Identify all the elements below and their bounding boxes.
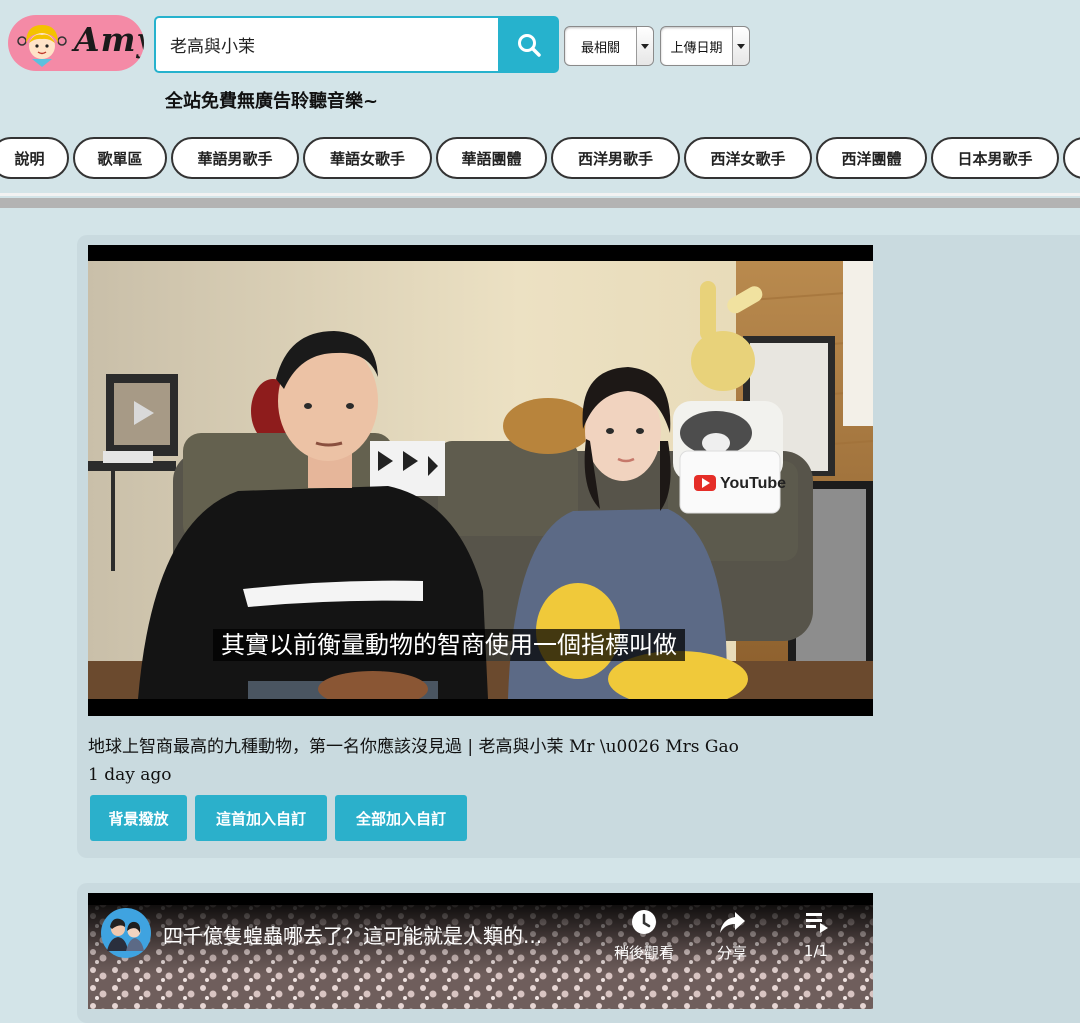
clock-icon: [632, 910, 656, 934]
share-label: 分享: [716, 944, 747, 962]
logo-text: Amy: [74, 20, 144, 59]
search-icon: [517, 33, 541, 57]
video-subtitle: 其實以前衡量動物的智商使用一個指標叫做: [213, 629, 685, 661]
channel-avatar-icon[interactable]: [100, 907, 152, 959]
add-all-button[interactable]: 全部加入自訂: [335, 795, 467, 841]
date-select[interactable]: 上傳日期: [660, 26, 750, 66]
share-control[interactable]: 分享: [697, 908, 767, 963]
chevron-down-icon: [732, 27, 749, 65]
girl-face-icon: [17, 25, 67, 67]
search-button[interactable]: [498, 16, 559, 73]
tagline: 全站免費無廣告聆聽音樂~: [165, 91, 379, 112]
nav-item-mandarin-group[interactable]: 華語團體: [436, 137, 547, 179]
nav-item-help[interactable]: 說明: [0, 137, 69, 179]
embedded-video-title[interactable]: 四千億隻蝗蟲哪去了？這可能就是人類的...: [163, 920, 542, 949]
divider: [0, 193, 1080, 196]
watch-later-control[interactable]: 稍後觀看: [609, 908, 679, 963]
chevron-down-icon: [636, 27, 653, 65]
date-select-value: 上傳日期: [670, 40, 723, 56]
divider: [0, 198, 1080, 208]
background-play-button[interactable]: 背景撥放: [90, 795, 187, 841]
site-logo[interactable]: Amy: [8, 15, 144, 71]
add-this-song-button[interactable]: 這首加入自訂: [195, 795, 327, 841]
watch-later-label: 稍後觀看: [613, 944, 674, 962]
video-title[interactable]: 地球上智商最高的九種動物，第一名你應該沒見過 | 老高與小茉 Mr \u0026…: [88, 732, 739, 757]
playlist-control[interactable]: 1/1: [781, 908, 851, 960]
nav-item-western-group[interactable]: 西洋團體: [816, 137, 927, 179]
video-upload-time: 1 day ago: [88, 765, 172, 785]
nav-item-mandarin-male[interactable]: 華語男歌手: [171, 137, 299, 179]
search-input[interactable]: [156, 18, 490, 71]
nav-item-western-female[interactable]: 西洋女歌手: [684, 137, 812, 179]
share-arrow-icon: [720, 912, 745, 933]
search-field[interactable]: [154, 16, 498, 73]
nav-item-more[interactable]: [1063, 137, 1080, 179]
nav-item-mandarin-female[interactable]: 華語女歌手: [303, 137, 432, 179]
sort-select[interactable]: 最相關: [564, 26, 654, 66]
nav-item-western-male[interactable]: 西洋男歌手: [551, 137, 680, 179]
playlist-count: 1/1: [803, 942, 829, 960]
video-player[interactable]: YouTube 其實以前衡量動物的智商使用一個指標叫做: [88, 245, 873, 716]
youtube-pillow-text: YouTube: [720, 475, 786, 492]
nav-item-japanese-male[interactable]: 日本男歌手: [931, 137, 1059, 179]
nav-item-playlists[interactable]: 歌單區: [73, 137, 167, 179]
playlist-icon: [806, 913, 828, 933]
sort-select-value: 最相關: [580, 40, 620, 56]
